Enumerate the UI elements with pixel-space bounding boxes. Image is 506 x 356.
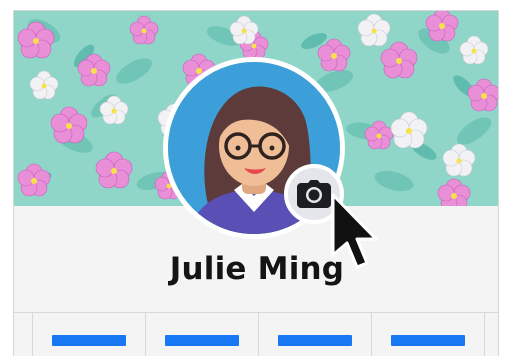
nav-tab-4-placeholder bbox=[391, 335, 465, 346]
nav-tab-1-placeholder bbox=[52, 335, 126, 346]
nav-tab-3-placeholder bbox=[278, 335, 352, 346]
nav-tab-2-placeholder bbox=[165, 335, 239, 346]
profile-nav-bar bbox=[14, 312, 498, 356]
nav-tab-2[interactable] bbox=[145, 313, 258, 356]
camera-icon bbox=[297, 180, 331, 208]
nav-tab-4[interactable] bbox=[371, 313, 484, 356]
pointer-cursor-icon bbox=[329, 193, 381, 276]
nav-tab-overflow bbox=[484, 313, 498, 356]
nav-tab-3[interactable] bbox=[258, 313, 371, 356]
profile-name: Julie Ming bbox=[169, 251, 345, 287]
nav-tab-1[interactable] bbox=[32, 313, 145, 356]
